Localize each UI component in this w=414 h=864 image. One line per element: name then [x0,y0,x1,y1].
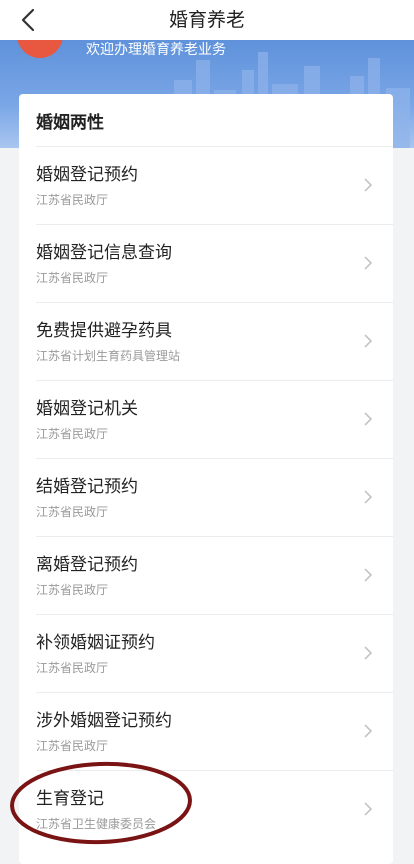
list-item[interactable]: 结婚登记预约 江苏省民政厅 [36,458,393,536]
service-card: 婚姻两性 婚姻登记预约 江苏省民政厅 婚姻登记信息查询 江苏省民政厅 免费提供避… [19,94,393,864]
item-department: 江苏省计划生育药具管理站 [36,349,181,363]
list-item[interactable]: 婚姻登记预约 江苏省民政厅 [36,146,393,224]
chevron-right-icon [364,256,373,270]
item-name: 免费提供避孕药具 [36,321,172,341]
list-item[interactable]: 涉外婚姻登记预约 江苏省民政厅 [36,692,393,770]
item-name: 婚姻登记信息查询 [36,243,172,263]
chevron-right-icon [364,802,373,816]
chevron-right-icon [364,724,373,738]
item-department: 江苏省民政厅 [36,271,109,285]
section-title: 婚姻两性 [36,113,104,133]
item-department: 江苏省民政厅 [36,661,109,675]
item-department: 江苏省民政厅 [36,427,109,441]
item-name: 生育登记 [36,789,104,809]
chevron-right-icon [364,412,373,426]
chevron-right-icon [364,568,373,582]
list-item[interactable]: 免费提供避孕药具 江苏省计划生育药具管理站 [36,302,393,380]
list-item[interactable]: 婚姻登记信息查询 江苏省民政厅 [36,224,393,302]
chevron-right-icon [364,178,373,192]
item-department: 江苏省卫生健康委员会 [36,817,157,831]
list-item[interactable]: 离婚登记预约 江苏省民政厅 [36,536,393,614]
item-department: 江苏省民政厅 [36,193,109,207]
item-name: 婚姻登记机关 [36,399,138,419]
chevron-right-icon [364,490,373,504]
item-name: 离婚登记预约 [36,555,138,575]
item-department: 江苏省民政厅 [36,505,109,519]
item-department: 江苏省民政厅 [36,739,109,753]
item-name: 结婚登记预约 [36,477,138,497]
avatar [17,40,63,58]
list-item[interactable]: 婚姻登记机关 江苏省民政厅 [36,380,393,458]
top-bar: 婚育养老 [0,0,414,40]
list-item[interactable]: 补领婚姻证预约 江苏省民政厅 [36,614,393,692]
list-item[interactable]: 生育登记 江苏省卫生健康委员会 [36,770,393,848]
chevron-right-icon [364,646,373,660]
service-list: 婚姻登记预约 江苏省民政厅 婚姻登记信息查询 江苏省民政厅 免费提供避孕药具 江… [19,146,393,848]
item-department: 江苏省民政厅 [36,583,109,597]
page-title: 婚育养老 [168,9,245,31]
item-name: 婚姻登记预约 [36,165,138,185]
item-name: 涉外婚姻登记预约 [36,711,172,731]
chevron-right-icon [364,334,373,348]
item-name: 补领婚姻证预约 [36,633,155,653]
